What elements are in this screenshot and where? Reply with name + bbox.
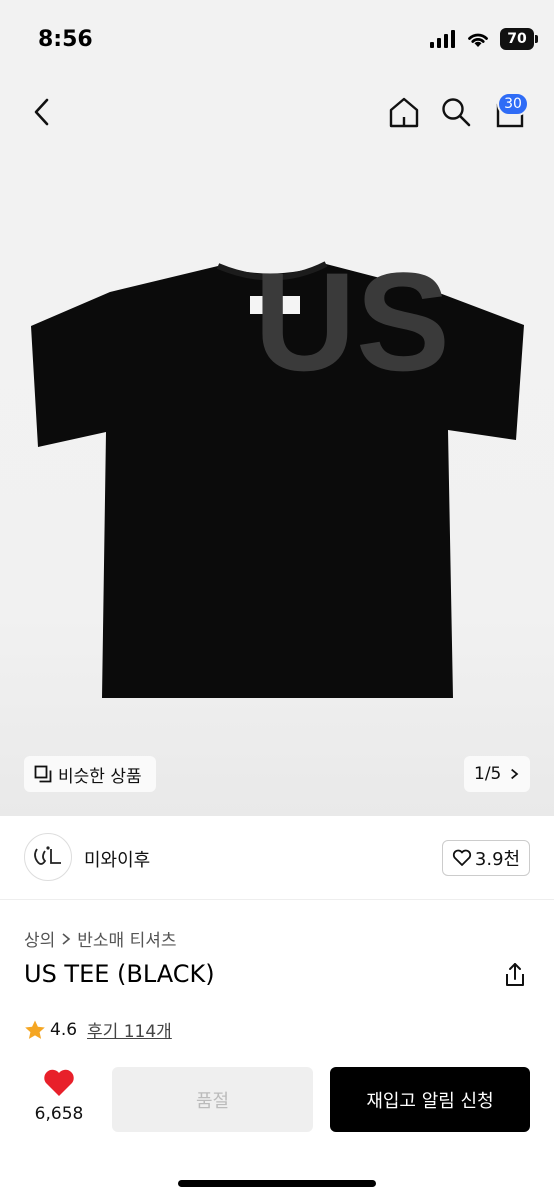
star-icon (25, 1020, 45, 1039)
home-indicator (178, 1180, 376, 1187)
bottom-action-bar: 6,658 품절 재입고 알림 신청 (0, 1050, 554, 1200)
back-button[interactable] (22, 92, 62, 132)
rating-value: 4.6 (50, 1019, 78, 1040)
shirt-print-text: US (254, 243, 450, 400)
share-icon (506, 963, 524, 986)
home-icon (389, 97, 419, 128)
search-icon (442, 98, 471, 127)
breadcrumb-category[interactable]: 상의 (24, 926, 55, 951)
similar-products-label: 비슷한 상품 (58, 766, 142, 787)
heart-outline-icon (452, 849, 472, 866)
wishlist-count: 6,658 (34, 1104, 84, 1124)
chevron-right-icon (62, 932, 71, 945)
chevron-left-icon (34, 98, 49, 126)
chevron-right-icon (511, 768, 519, 780)
review-link[interactable]: 후기 114개 (87, 1017, 172, 1042)
heart-filled-icon (44, 1069, 74, 1096)
breadcrumb-subcategory[interactable]: 반소매 티셔츠 (77, 926, 176, 951)
cellular-signal-icon (430, 30, 455, 48)
product-title: US TEE (BLACK) (24, 960, 215, 988)
status-icons: 70 (430, 28, 538, 50)
restock-alert-button[interactable]: 재입고 알림 신청 (330, 1067, 530, 1132)
similar-products-button[interactable]: 비슷한 상품 (24, 756, 156, 792)
wifi-icon (468, 33, 488, 47)
product-image-tshirt: US (31, 243, 524, 698)
status-bar: 8:56 70 (0, 0, 554, 80)
breadcrumb: 상의 반소매 티셔츠 (24, 926, 177, 951)
brand-logo[interactable] (24, 833, 72, 881)
status-time: 8:56 (38, 27, 93, 52)
copy-icon (34, 765, 52, 783)
brand-name[interactable]: 미와이후 (84, 846, 150, 872)
brand-logo-mark (34, 846, 61, 865)
soldout-button: 품절 (112, 1067, 313, 1132)
brand-like-button[interactable]: 3.9천 (442, 840, 530, 876)
share-button[interactable] (500, 960, 530, 990)
battery-indicator: 70 (500, 28, 538, 50)
rating-row: 4.6 후기 114개 (24, 1017, 172, 1042)
home-button[interactable] (384, 92, 424, 132)
brand-row: 미와이후 3.9천 (0, 816, 554, 900)
search-button[interactable] (436, 92, 476, 132)
wishlist-button[interactable]: 6,658 (28, 1068, 90, 1124)
top-nav (0, 80, 554, 150)
image-pagination[interactable]: 1/5 (464, 756, 530, 792)
cart-count-badge: 30 (497, 92, 529, 116)
product-image-gallery[interactable]: US 비슷한 상품 1/5 (0, 150, 554, 816)
brand-like-count: 3.9천 (474, 849, 521, 870)
image-page-indicator: 1/5 (474, 764, 502, 784)
